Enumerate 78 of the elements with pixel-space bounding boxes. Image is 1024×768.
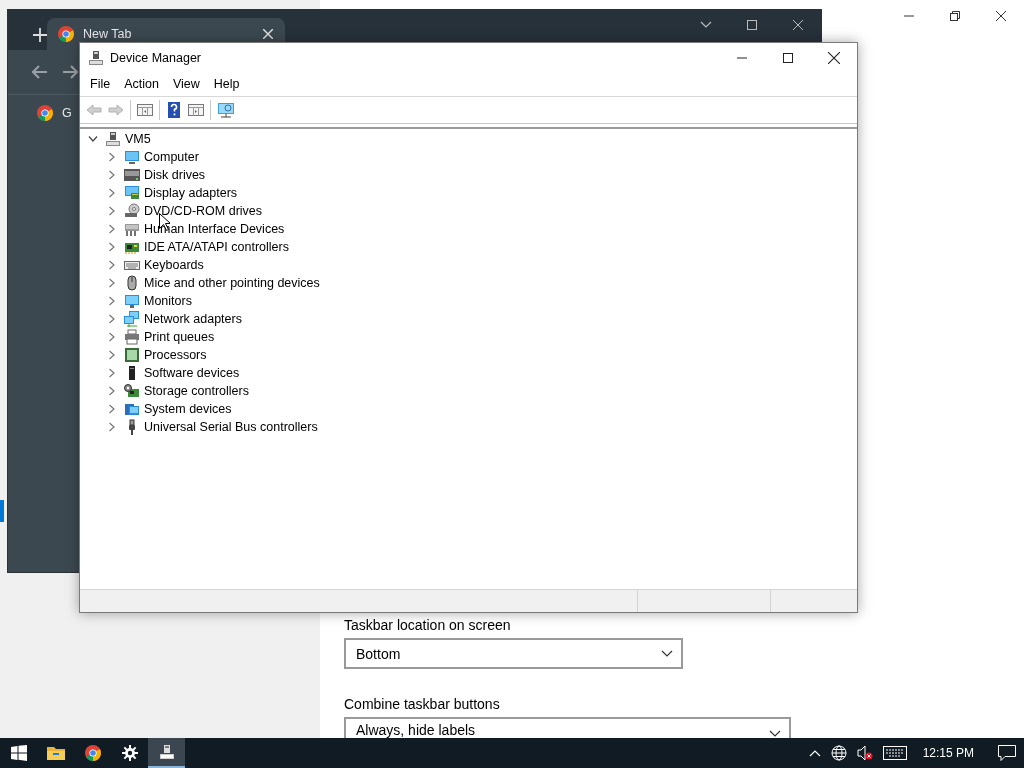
forward-arrow-icon [108,102,124,118]
printer-icon [124,329,140,345]
taskbar-button[interactable] [148,738,185,768]
panel-icon [137,102,153,118]
input-device-icon [124,221,140,237]
back-arrow-icon [86,102,102,118]
tree-item[interactable]: System devices [144,402,232,416]
disc-drive-icon [124,203,140,219]
tree-item[interactable]: Computer [144,150,199,164]
tree-item[interactable]: Universal Serial Bus controllers [144,420,318,434]
monitor-icon [124,293,140,309]
keyboard-icon [882,746,907,760]
disk-drive-icon [124,167,140,183]
tree-item[interactable]: Network adapters [144,312,242,326]
menu-item[interactable]: Action [117,75,166,93]
globe-icon [830,745,847,761]
maximize-icon [747,20,757,30]
board-gear-icon [124,383,140,399]
help-icon [166,102,182,118]
speaker-muted-icon [856,745,873,761]
chip-icon [124,347,140,363]
gear-icon [121,745,138,761]
selection-indicator [0,500,4,522]
display-card-icon [124,185,140,201]
tree-item[interactable]: Software devices [144,366,240,380]
scan-monitor-icon [217,102,235,118]
close-icon [996,11,1006,21]
close-icon [828,51,840,64]
chevron-down-icon [661,649,673,658]
dropdown[interactable]: Always, hide labels [344,716,791,738]
windows-logo-icon [10,745,27,761]
computer-icon [124,149,140,165]
menu-item[interactable]: View [165,75,207,93]
browser-logo-icon [57,25,75,43]
pc-icon [158,744,175,760]
tree-item[interactable]: Monitors [144,294,192,308]
tree-item[interactable]: Display adapters [144,186,238,200]
dropdown[interactable]: Bottom [344,638,683,670]
pc-icon [88,49,104,66]
back-arrow-icon [32,65,48,79]
tree-item[interactable]: IDE ATA/ATAPI controllers [144,240,289,254]
tree-item[interactable]: Keyboards [144,258,204,272]
panel-icon [188,102,204,118]
folder-icon [46,745,65,761]
browser-logo-icon [36,104,54,122]
tree-item[interactable]: Print queues [144,330,215,344]
bookmark[interactable]: G [36,104,72,122]
tree-item[interactable]: Storage controllers [144,384,249,398]
pc-icon [105,131,121,147]
tree-item[interactable]: Processors [144,348,207,362]
browser-logo-icon [83,744,102,762]
tree-item[interactable]: Human Interface Devices [144,222,285,236]
tree-item[interactable]: Disk drives [144,168,206,182]
chevron-down-icon [88,136,98,142]
chevron-down-icon [700,21,712,29]
close-icon [793,20,803,30]
tree-item[interactable]: DVD/CD-ROM drives [144,204,263,218]
plus-icon [33,28,47,42]
chevron-down-icon [769,730,781,738]
tree-item[interactable]: Mice and other pointing devices [144,276,320,290]
window-title: Device Manager [110,50,202,65]
forward-arrow-icon [62,65,78,79]
new-tab-button[interactable] [33,28,47,42]
restore-icon [950,11,960,21]
close-tab-button[interactable] [263,29,273,39]
maximize-icon [783,52,793,63]
field-label: Taskbar location on screen [344,616,511,634]
network-icon [124,311,140,327]
menu-item[interactable]: File [83,75,118,93]
clock[interactable]: 12:15 PM [922,746,974,760]
menu-item[interactable]: Help [206,75,247,93]
field-label: Combine taskbar buttons [344,694,500,713]
notification-icon [998,745,1016,761]
mouse-icon [124,275,140,291]
chevron-up-icon [808,749,821,757]
system-folder-icon [124,401,140,417]
close-icon [263,29,273,39]
tree-item[interactable]: VM5 [125,132,151,146]
